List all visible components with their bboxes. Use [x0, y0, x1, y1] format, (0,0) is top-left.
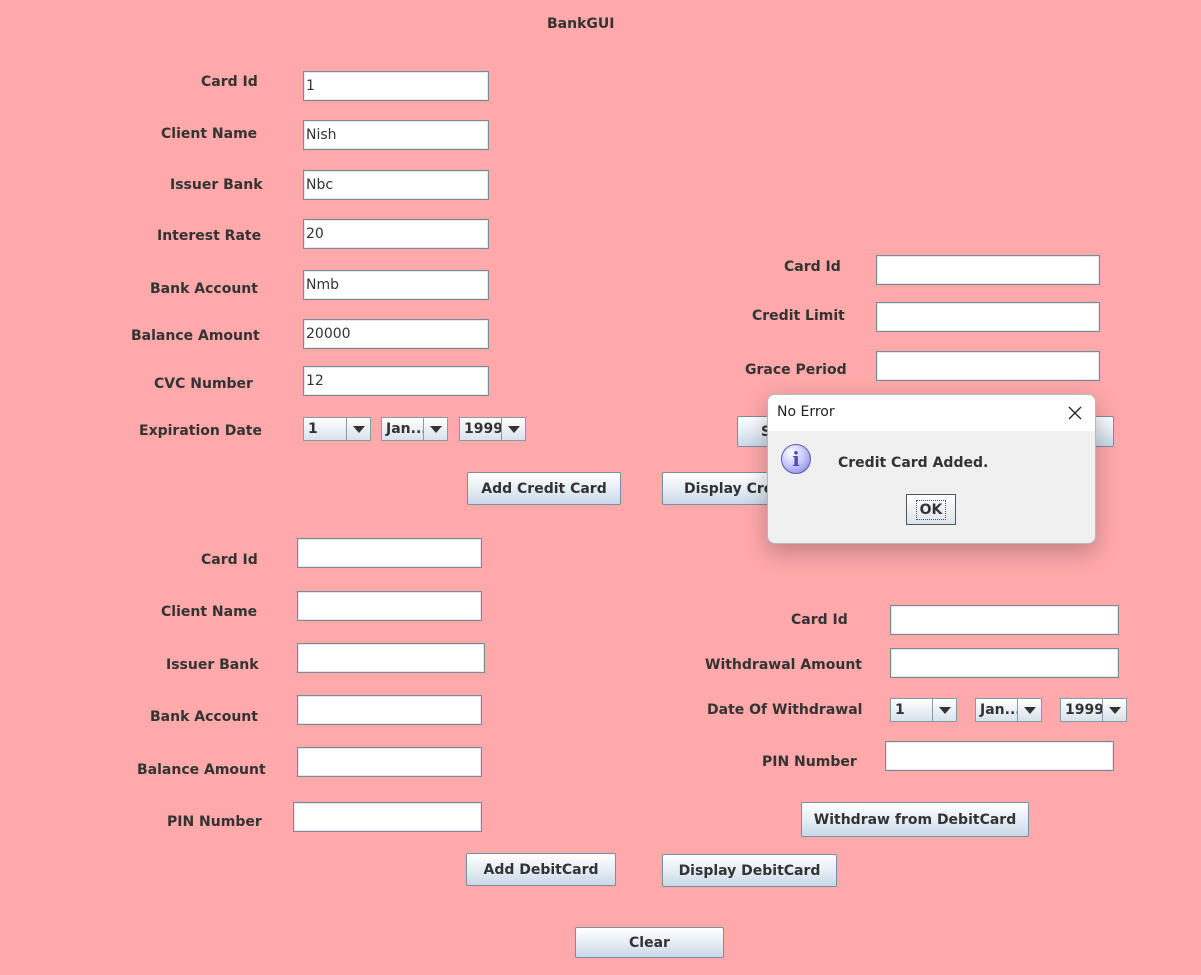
cvc-number-label: CVC Number: [154, 376, 253, 392]
limit-card-id-field[interactable]: [876, 255, 1100, 285]
expiration-day-select[interactable]: 1: [303, 417, 371, 441]
expiration-month-select[interactable]: Jan...: [381, 417, 448, 441]
ok-button[interactable]: OK: [906, 494, 956, 525]
withdrawal-day-select[interactable]: 1: [890, 698, 957, 722]
chevron-down-icon[interactable]: [423, 418, 447, 440]
debit-client-name-label: Client Name: [161, 604, 258, 620]
withdrawal-month-value: Jan...: [980, 702, 1017, 718]
debit-client-name-field[interactable]: [297, 591, 482, 621]
add-credit-card-button[interactable]: Add Credit Card: [467, 472, 621, 505]
display-debit-card-button[interactable]: Display DebitCard: [662, 854, 837, 887]
withdrawal-day-value: 1: [895, 702, 905, 718]
withdraw-from-debit-card-button[interactable]: Withdraw from DebitCard: [801, 802, 1029, 837]
interest-rate-label: Interest Rate: [157, 228, 262, 244]
close-icon[interactable]: [1065, 403, 1085, 423]
limit-card-id-label: Card Id: [784, 259, 841, 275]
credit-balance-amount-label: Balance Amount: [131, 328, 260, 344]
expiration-year-select[interactable]: 1999: [459, 417, 526, 441]
interest-rate-field[interactable]: 20: [303, 219, 489, 249]
date-of-withdrawal-label: Date Of Withdrawal: [707, 702, 863, 718]
cvc-number-field[interactable]: 12: [303, 366, 489, 396]
credit-client-name-label: Client Name: [161, 126, 258, 142]
chevron-down-icon[interactable]: [1017, 699, 1041, 721]
debit-balance-amount-label: Balance Amount: [137, 762, 266, 778]
credit-bank-account-label: Bank Account: [150, 281, 258, 297]
credit-client-name-field[interactable]: Nish: [303, 120, 489, 150]
credit-issuer-bank-label: Issuer Bank: [170, 177, 263, 193]
withdraw-pin-number-label: PIN Number: [762, 754, 857, 770]
credit-balance-amount-field[interactable]: 20000: [303, 319, 489, 349]
clear-button[interactable]: Clear: [575, 927, 724, 958]
withdraw-card-id-label: Card Id: [791, 612, 848, 628]
message-dialog: No Error i Credit Card Added. OK: [767, 394, 1096, 544]
debit-balance-amount-field[interactable]: [297, 747, 482, 777]
grace-period-label: Grace Period: [745, 362, 847, 378]
info-icon: i: [781, 444, 811, 474]
chevron-down-icon[interactable]: [501, 418, 525, 440]
withdrawal-amount-label: Withdrawal Amount: [705, 657, 862, 673]
expiration-date-label: Expiration Date: [139, 423, 262, 439]
withdraw-card-id-field[interactable]: [890, 605, 1119, 635]
debit-card-id-field[interactable]: [297, 538, 482, 568]
chevron-down-icon[interactable]: [1102, 699, 1126, 721]
chevron-down-icon[interactable]: [346, 418, 370, 440]
grace-period-field[interactable]: [876, 351, 1100, 381]
credit-bank-account-field[interactable]: Nmb: [303, 270, 489, 300]
debit-bank-account-field[interactable]: [297, 695, 482, 725]
credit-issuer-bank-field[interactable]: Nbc: [303, 170, 489, 200]
dialog-title-bar[interactable]: No Error: [768, 395, 1095, 431]
debit-pin-number-field[interactable]: [293, 802, 482, 832]
debit-pin-number-label: PIN Number: [167, 814, 262, 830]
debit-bank-account-label: Bank Account: [150, 709, 258, 725]
add-debit-card-button[interactable]: Add DebitCard: [466, 853, 616, 886]
chevron-down-icon[interactable]: [932, 699, 956, 721]
credit-limit-label: Credit Limit: [752, 308, 845, 324]
withdrawal-year-value: 1999: [1065, 702, 1102, 718]
ok-button-label: OK: [915, 499, 947, 520]
dialog-message: Credit Card Added.: [838, 455, 989, 471]
credit-card-id-label: Card Id: [201, 74, 258, 90]
debit-card-id-label: Card Id: [201, 552, 258, 568]
withdrawal-amount-field[interactable]: [890, 648, 1119, 678]
debit-issuer-bank-label: Issuer Bank: [166, 657, 259, 673]
expiration-month-value: Jan...: [386, 421, 423, 437]
expiration-year-value: 1999: [464, 421, 501, 437]
credit-limit-field[interactable]: [876, 302, 1100, 332]
withdrawal-month-select[interactable]: Jan...: [975, 698, 1042, 722]
expiration-day-value: 1: [308, 421, 318, 437]
display-credit-card-button[interactable]: Display Cred: [662, 472, 772, 505]
dialog-title: No Error: [777, 404, 835, 420]
window-title: BankGUI: [547, 16, 615, 32]
credit-card-id-field[interactable]: 1: [303, 71, 489, 101]
withdraw-pin-number-field[interactable]: [885, 741, 1114, 771]
withdrawal-year-select[interactable]: 1999: [1060, 698, 1127, 722]
debit-issuer-bank-field[interactable]: [297, 643, 485, 673]
